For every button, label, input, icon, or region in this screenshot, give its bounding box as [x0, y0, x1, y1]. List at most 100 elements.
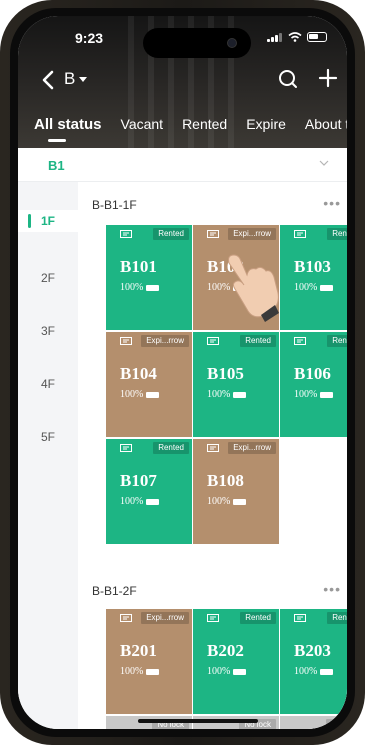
room-card[interactable]: Expi...rrow B201 100% [106, 609, 192, 714]
status-badge: Rented [240, 612, 276, 624]
rooms-panel: B-B1-1F ••• Rented B101 100% Expi...rrow B10… [78, 182, 347, 729]
battery-level: 100% [294, 282, 334, 293]
status-badge: Rented [240, 335, 276, 347]
floor-item-5f[interactable]: 5F [18, 430, 78, 444]
room-name: B203 [294, 641, 331, 660]
active-tab-indicator [48, 139, 66, 142]
room-card[interactable]: Rented B105 100% [193, 332, 279, 437]
room-name: B104 [120, 364, 157, 383]
room-card[interactable]: Rented B203 100% [280, 609, 347, 714]
status-badge: Rented [327, 335, 347, 347]
battery-icon [233, 668, 247, 675]
system-icons [267, 32, 327, 42]
home-indicator [138, 719, 258, 723]
battery-percent: 100% [120, 666, 144, 677]
chevron-down-icon [319, 160, 329, 166]
pointer-hand-icon [228, 254, 279, 322]
search-button[interactable] [276, 67, 300, 91]
lock-icon [207, 337, 219, 345]
room-card[interactable]: Expi...rrow B108 100% [193, 439, 279, 544]
add-button[interactable] [316, 66, 340, 90]
room-card[interactable]: Rented B101 100% [106, 225, 192, 330]
room-name: B103 [294, 257, 331, 276]
lock-icon [120, 614, 132, 622]
status-tabs: All status Vacant Rented Expire About t [34, 116, 347, 133]
room-name: B107 [120, 471, 157, 490]
battery-icon [233, 391, 247, 398]
tab-expire[interactable]: Expire [246, 116, 286, 133]
back-button[interactable] [37, 68, 61, 92]
room-name: B106 [294, 364, 331, 383]
battery-percent: 100% [207, 496, 231, 507]
battery-level: 100% [120, 496, 160, 507]
room-card[interactable]: Rented B202 100% [193, 609, 279, 714]
floor-group-value: B1 [48, 158, 65, 173]
status-badge: Expi...rrow [228, 442, 276, 454]
wifi-icon [288, 32, 302, 42]
floor-group-selector[interactable]: B1 [18, 148, 347, 182]
battery-level: 100% [207, 666, 247, 677]
battery-icon [146, 391, 160, 398]
room-card[interactable]: Rented B106 100% [280, 332, 347, 437]
tab-all-status[interactable]: All status [34, 116, 102, 133]
battery-level: 100% [120, 282, 160, 293]
battery-icon [307, 32, 327, 42]
battery-level: 100% [120, 389, 160, 400]
floor-item-1f[interactable]: 1F [18, 210, 78, 232]
room-name: B108 [207, 471, 244, 490]
status-badge: Rented [153, 228, 189, 240]
status-badge: Rented [153, 442, 189, 454]
lock-icon [207, 230, 219, 238]
room-name: B101 [120, 257, 157, 276]
floor-item-4f[interactable]: 4F [18, 377, 78, 391]
battery-icon [320, 284, 334, 291]
battery-icon [320, 668, 334, 675]
room-card-no-lock[interactable]: No lock [280, 716, 347, 729]
room-name: B202 [207, 641, 244, 660]
battery-level: 100% [294, 389, 334, 400]
floor-item-2f[interactable]: 2F [18, 271, 78, 285]
battery-percent: 100% [294, 666, 318, 677]
battery-icon [233, 498, 247, 505]
status-time: 9:23 [75, 30, 104, 46]
battery-percent: 100% [294, 389, 318, 400]
lock-icon [207, 444, 219, 452]
room-name: B105 [207, 364, 244, 383]
room-card[interactable]: Rented B103 100% [280, 225, 347, 330]
building-title: B [64, 69, 76, 88]
section-title-1f: B-B1-1F [92, 198, 137, 212]
status-badge: Rented [327, 228, 347, 240]
more-options-2f[interactable]: ••• [323, 581, 341, 597]
building-selector[interactable]: B [64, 69, 88, 89]
floor-item-3f[interactable]: 3F [18, 324, 78, 338]
lock-icon [294, 230, 306, 238]
tab-rented[interactable]: Rented [182, 116, 227, 133]
lock-icon [207, 614, 219, 622]
tab-about[interactable]: About t [305, 116, 347, 133]
battery-percent: 100% [120, 282, 144, 293]
section-title-2f: B-B1-2F [92, 584, 137, 598]
status-badge: Expi...rrow [228, 228, 276, 240]
lock-icon [294, 614, 306, 622]
tab-vacant[interactable]: Vacant [121, 116, 164, 133]
status-badge: No lock [326, 719, 347, 729]
status-badge: Expi...rrow [141, 335, 189, 347]
room-card[interactable]: Rented B107 100% [106, 439, 192, 544]
room-name: B201 [120, 641, 157, 660]
caret-down-icon [79, 76, 88, 82]
camera-icon [227, 38, 237, 48]
floor-sidebar: 1F 2F 3F 4F 5F [18, 182, 78, 729]
battery-percent: 100% [120, 496, 144, 507]
status-badge: Expi...rrow [141, 612, 189, 624]
more-options-1f[interactable]: ••• [323, 195, 341, 211]
battery-level: 100% [294, 666, 334, 677]
lock-icon [294, 337, 306, 345]
battery-percent: 100% [294, 282, 318, 293]
battery-icon [146, 668, 160, 675]
battery-icon [146, 284, 160, 291]
battery-percent: 100% [207, 389, 231, 400]
battery-percent: 100% [207, 666, 231, 677]
battery-level: 100% [207, 389, 247, 400]
room-card[interactable]: Expi...rrow B104 100% [106, 332, 192, 437]
battery-icon [146, 498, 160, 505]
